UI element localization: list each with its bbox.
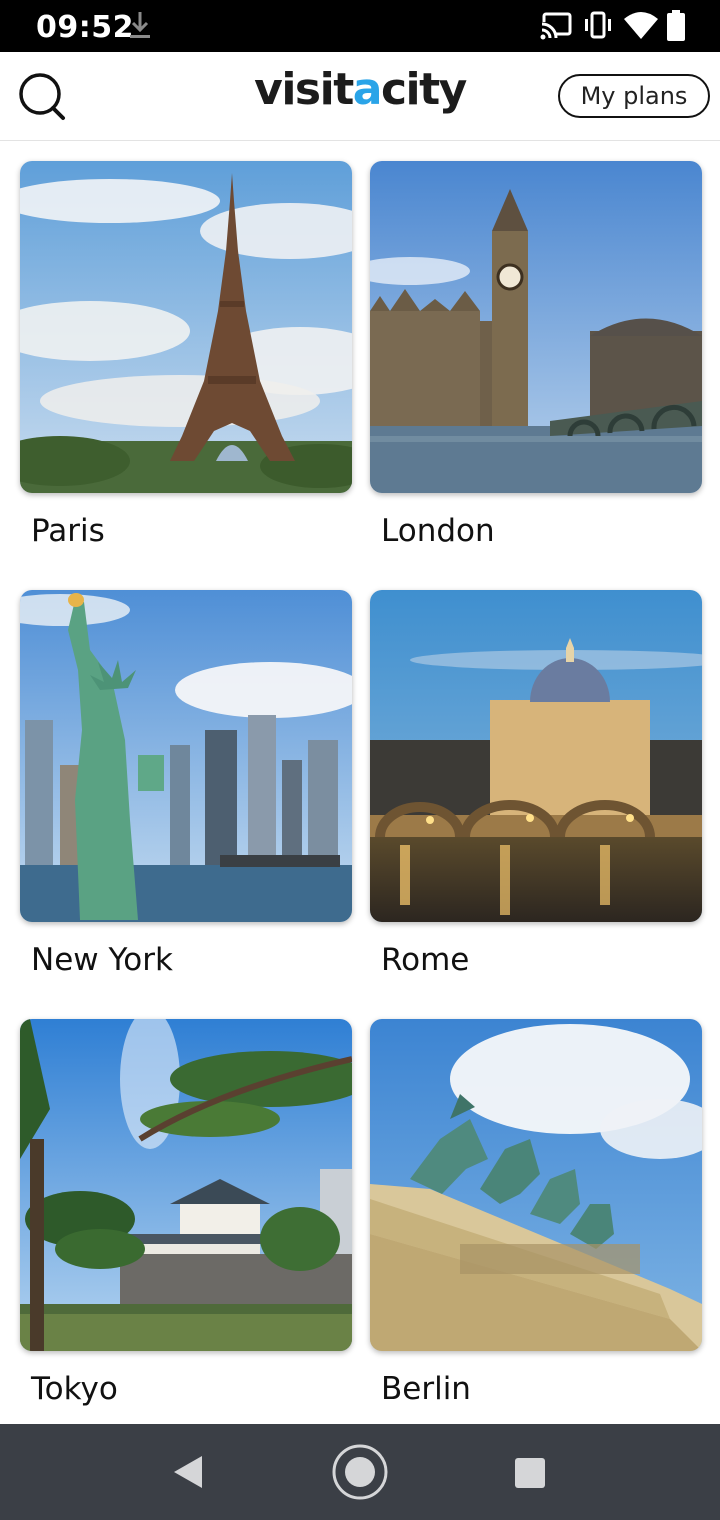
vibrate-icon [583,10,613,45]
city-name: New York [31,942,173,978]
back-icon [170,1456,206,1496]
download-icon [128,10,152,47]
status-bar: 09:52 [0,0,720,52]
search-icon [16,73,68,126]
recents-icon [513,1458,547,1494]
city-card-tokyo[interactable]: Tokyo [20,1019,352,1407]
paris-image [20,161,352,493]
city-name: London [381,513,495,549]
city-card-london[interactable]: London [370,161,702,549]
city-name: Berlin [381,1371,471,1407]
city-name: Tokyo [31,1371,118,1407]
home-icon [331,1444,389,1505]
new-york-image [20,590,352,922]
status-time: 09:52 [36,10,134,45]
home-button[interactable] [331,1443,389,1506]
city-card-paris[interactable]: Paris [20,161,352,549]
berlin-image [370,1019,702,1351]
london-image [370,161,702,493]
back-button[interactable] [170,1452,206,1497]
city-card-berlin[interactable]: Berlin [370,1019,702,1407]
city-card-new-york[interactable]: New York [20,590,352,978]
recents-button[interactable] [513,1456,547,1495]
city-card-rome[interactable]: Rome [370,590,702,978]
battery-icon [666,10,686,47]
system-nav-bar [0,1424,720,1520]
app-header: visitacity My plans [0,52,720,141]
city-name: Paris [31,513,105,549]
search-button[interactable] [16,70,68,122]
tokyo-image [20,1019,352,1351]
rome-image [370,590,702,922]
cast-icon [540,10,572,45]
wifi-icon [624,10,658,45]
my-plans-button[interactable]: My plans [558,74,710,118]
city-name: Rome [381,942,470,978]
